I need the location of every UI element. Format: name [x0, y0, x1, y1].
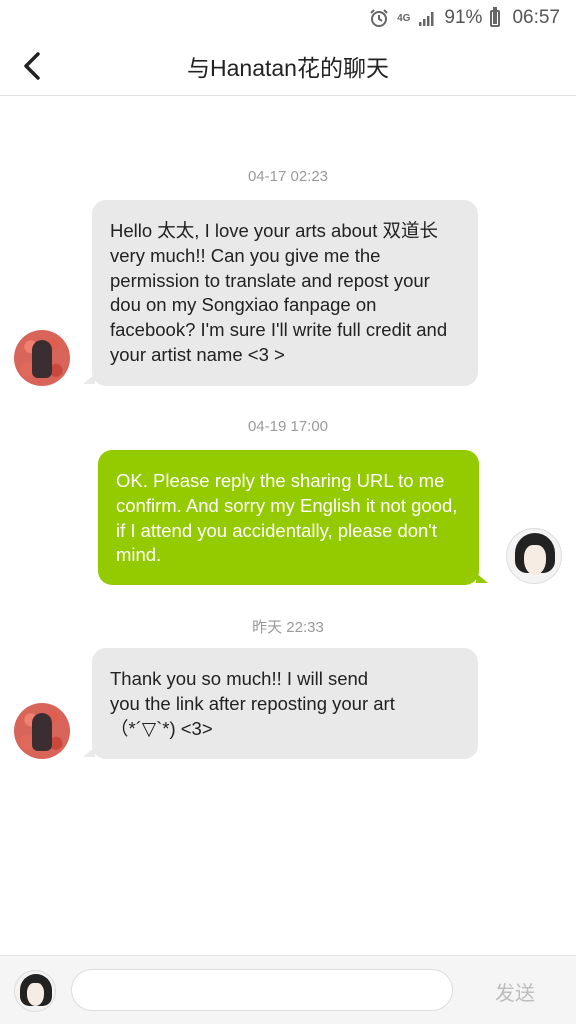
message-input[interactable]	[71, 969, 453, 1011]
battery-percent: 91%	[444, 7, 483, 28]
clock: 06:57	[512, 7, 560, 28]
signal-icon	[418, 10, 436, 26]
battery-icon	[490, 6, 504, 27]
back-button[interactable]	[12, 44, 52, 88]
message-bubble-incoming[interactable]: Thank you so much!! I will send you the …	[92, 648, 478, 759]
bubble-tail	[83, 374, 95, 384]
message-text: Hello 太太, I love your arts about 双道长 ver…	[110, 220, 448, 365]
page-title: 与Hanatan花的聊天	[187, 54, 389, 81]
message-timestamp: 04-19 17:00	[247, 418, 329, 435]
message-input-bar: 发送	[0, 955, 576, 1024]
message-bubble-incoming[interactable]: Hello 太太, I love your arts about 双道长 ver…	[92, 200, 478, 386]
chat-message-list[interactable]: 04-17 02:23 Hello 太太, I love your arts a…	[0, 97, 576, 955]
network-label: 4G	[397, 12, 411, 24]
message-text: Thank you so much!! I will send you the …	[110, 668, 395, 739]
avatar-self-small[interactable]	[14, 970, 56, 1012]
alarm-icon	[369, 8, 389, 28]
network-4g-icon: 4G	[397, 12, 411, 24]
send-button[interactable]: 发送	[482, 974, 548, 1008]
avatar-self[interactable]	[506, 528, 562, 584]
bubble-tail	[476, 573, 488, 583]
chevron-left-icon	[24, 52, 40, 80]
message-bubble-outgoing[interactable]: OK. Please reply the sharing URL to me c…	[98, 450, 479, 585]
bubble-tail	[83, 747, 95, 757]
avatar-contact[interactable]	[14, 330, 70, 386]
avatar-contact[interactable]	[14, 703, 70, 759]
status-bar: 4G 91% 06:57	[0, 0, 576, 36]
message-text: OK. Please reply the sharing URL to me c…	[116, 470, 458, 566]
chat-header: 与Hanatan花的聊天	[0, 36, 576, 96]
message-timestamp: 昨天 22:33	[252, 619, 324, 636]
message-timestamp: 04-17 02:23	[247, 168, 329, 185]
